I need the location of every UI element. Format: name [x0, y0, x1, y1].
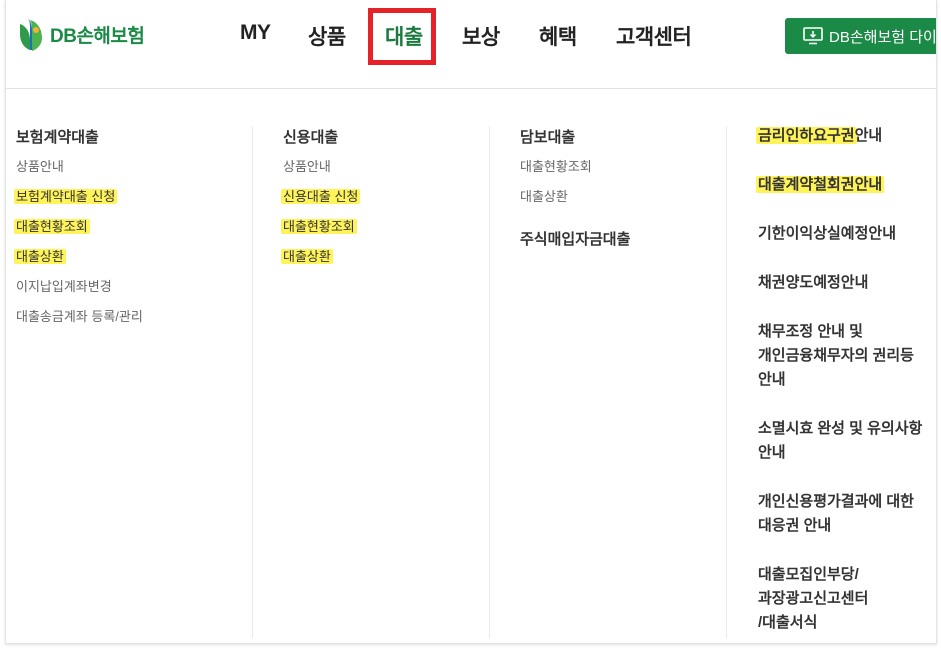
monitor-download-icon [803, 27, 823, 45]
link-label-line: 안내 [758, 444, 786, 461]
link-label-line: 개인금융채무자의 권리등 [758, 347, 914, 364]
link-prescription-notice[interactable]: 소멸시효 완성 및 유의사항 안내 [758, 417, 936, 490]
column-divider [252, 126, 253, 638]
link-label: 대출현황조회 [520, 159, 592, 174]
link-product-info[interactable]: 상품안내 [16, 158, 143, 188]
link-loan-status[interactable]: 대출현황조회 [14, 218, 143, 248]
nav-my[interactable]: MY [240, 21, 271, 45]
link-label: 대출현황조회 [281, 219, 357, 234]
link-remit-account[interactable]: 대출송금계좌 등록/관리 [16, 308, 143, 338]
link-policy-loan-apply[interactable]: 보험계약대출 신청 [14, 188, 143, 218]
link-label: 이지납입계좌변경 [16, 279, 112, 294]
link-loan-repay[interactable]: 대출상환 [281, 248, 358, 278]
link-label: 대출계약철회권안내 [756, 176, 885, 193]
link-label: 대출상환 [14, 249, 66, 264]
link-label: 대출상환 [520, 189, 568, 204]
link-label-line: 소멸시효 완성 및 유의사항 [758, 420, 923, 437]
link-label: 채권양도예정안내 [758, 274, 869, 291]
menu-col-credit-loan: 신용대출 상품안내 신용대출 신청 대출현황조회 대출상환 [281, 126, 361, 278]
nav-benefits[interactable]: 혜택 [539, 21, 577, 51]
link-label-highlight: 금리인하요구권 [756, 127, 857, 144]
link-loan-repay[interactable]: 대출상환 [520, 188, 630, 218]
mega-menu-window: DB손해보험 MY 상품 대출 보상 혜택 고객센터 DB손해보험 다이렉트 보… [5, 0, 937, 644]
nav-compensation[interactable]: 보상 [462, 21, 500, 51]
link-label-line: /대출서식 [758, 614, 818, 631]
link-ad-report-center[interactable]: 대출모집인부당/ 과장광고신고센터 /대출서식 [758, 563, 936, 635]
link-label-line: 채무조정 안내 및 [758, 323, 863, 340]
link-label: 대출상환 [281, 249, 333, 264]
link-label-line: 과장광고신고센터 [758, 590, 869, 607]
direct-button-label: DB손해보험 다이렉트 [829, 28, 937, 46]
link-easy-pay-account[interactable]: 이지납입계좌변경 [16, 278, 143, 308]
link-credit-evaluation-response[interactable]: 개인신용평가결과에 대한 대응권 안내 [758, 490, 936, 563]
direct-button[interactable]: DB손해보험 다이렉트 [785, 18, 937, 54]
link-label: 신용대출 신청 [281, 189, 361, 204]
link-label: 상품안내 [16, 159, 64, 174]
col-title-secured-loan: 담보대출 [520, 129, 576, 146]
link-rate-cut-request[interactable]: 금리인하요구권안내 [756, 124, 936, 173]
menu-col-policy-loan: 보험계약대출 상품안내 보험계약대출 신청 대출현황조회 대출상환 이지납입계좌… [14, 126, 143, 338]
link-loan-status[interactable]: 대출현황조회 [520, 158, 630, 188]
active-nav-highlight-box [368, 8, 436, 65]
link-label-rest: 안내 [854, 127, 883, 144]
link-label-line: 대응권 안내 [758, 517, 832, 534]
link-contract-withdrawal[interactable]: 대출계약철회권안내 [756, 173, 936, 222]
col-title-policy-loan: 보험계약대출 [16, 129, 99, 146]
column-divider [489, 126, 490, 638]
link-debt-adjustment[interactable]: 채무조정 안내 및 개인금융채무자의 권리등 안내 [758, 320, 936, 417]
nav-products[interactable]: 상품 [308, 21, 346, 51]
main-nav: MY 상품 대출 보상 혜택 고객센터 [6, 0, 766, 88]
link-loss-of-benefit-notice[interactable]: 기한이익상실예정안내 [758, 222, 936, 271]
nav-customer-center[interactable]: 고객센터 [616, 21, 692, 51]
menu-col-secured-loan: 담보대출 대출현황조회 대출상환 주식매입자금대출 [520, 126, 630, 249]
link-label-line: 대출모집인부당/ [758, 566, 859, 583]
link-bond-transfer-notice[interactable]: 채권양도예정안내 [758, 271, 936, 320]
link-label-line: 개인신용평가결과에 대한 [758, 493, 914, 510]
link-label: 대출현황조회 [14, 219, 90, 234]
link-loan-status[interactable]: 대출현황조회 [281, 218, 358, 248]
link-label: 상품안내 [283, 159, 331, 174]
column-divider [726, 126, 727, 638]
link-product-info[interactable]: 상품안내 [283, 158, 358, 188]
link-stock-purchase-loan[interactable]: 주식매입자금대출 [520, 228, 630, 249]
link-label: 대출송금계좌 등록/관리 [16, 309, 143, 324]
link-label-line: 안내 [758, 371, 786, 388]
col-title-credit-loan: 신용대출 [283, 129, 339, 146]
link-label: 보험계약대출 신청 [14, 189, 118, 204]
link-loan-repay[interactable]: 대출상환 [14, 248, 143, 278]
menu-col-notices: 금리인하요구권안내 대출계약철회권안내 기한이익상실예정안내 채권양도예정안내 … [756, 124, 936, 635]
site-header: DB손해보험 MY 상품 대출 보상 혜택 고객센터 DB손해보험 다이렉트 [6, 0, 936, 89]
link-label: 기한이익상실예정안내 [758, 225, 897, 242]
link-credit-loan-apply[interactable]: 신용대출 신청 [281, 188, 361, 218]
